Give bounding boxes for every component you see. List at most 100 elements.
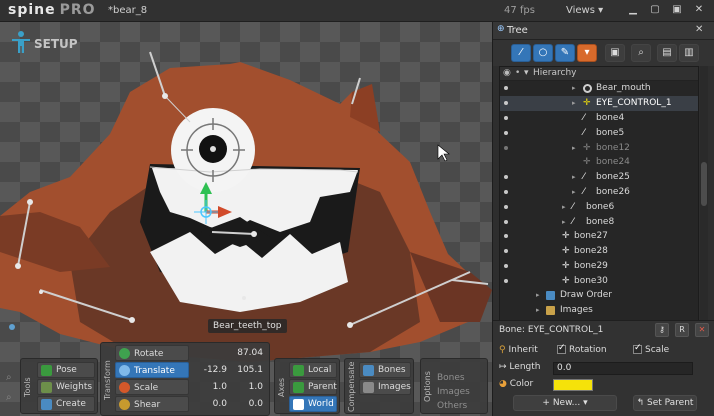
axes-local-button[interactable]: Local bbox=[289, 362, 337, 378]
translate-x-value[interactable]: -12.9 bbox=[191, 362, 227, 378]
visibility-dot-icon[interactable] bbox=[504, 86, 508, 90]
filter-constraints-icon[interactable]: ▾ bbox=[577, 44, 597, 62]
tree-row[interactable]: ▸ ✛ bone12 bbox=[500, 141, 698, 156]
visibility-dot-icon[interactable] bbox=[504, 249, 508, 253]
scale-x-value[interactable]: 1.0 bbox=[191, 379, 227, 395]
filter-slots-icon[interactable]: ○ bbox=[533, 44, 553, 62]
length-input[interactable]: 0.0 bbox=[553, 362, 693, 375]
options-bones[interactable]: Bones bbox=[437, 373, 465, 383]
expand-triangle-icon[interactable]: ▸ bbox=[562, 200, 566, 215]
collapse-all-icon[interactable]: ▤ bbox=[657, 44, 677, 62]
tree-row[interactable]: ▸ ⁄ bone6 bbox=[500, 200, 698, 215]
shear-y-value[interactable]: 0.0 bbox=[227, 396, 263, 412]
compensate-bones-button[interactable]: Bones bbox=[359, 362, 411, 378]
key-header-icon: • bbox=[515, 68, 521, 78]
tree-row[interactable]: ▸ ⁄ bone8 bbox=[500, 215, 698, 230]
tree-row-selected[interactable]: ▸ ✛ EYE_CONTROL_1 bbox=[500, 96, 698, 111]
translate-row[interactable]: Translate -12.9 105.1 bbox=[115, 362, 267, 378]
tree-row[interactable]: ✛ bone28 bbox=[500, 244, 698, 259]
new-button[interactable]: + New... ▾ bbox=[513, 395, 617, 411]
options-others[interactable]: Others bbox=[437, 401, 467, 411]
weights-button[interactable]: Weights bbox=[37, 379, 95, 395]
create-button[interactable]: Create bbox=[37, 396, 95, 412]
bone-key-icon[interactable]: ⚷ bbox=[655, 323, 669, 337]
fit-view-icon[interactable]: ▣ bbox=[605, 44, 625, 62]
scrollbar-thumb[interactable] bbox=[701, 162, 707, 206]
tree-row[interactable]: ▸ Draw Order bbox=[500, 288, 698, 303]
expand-triangle-icon[interactable]: ▸ bbox=[572, 96, 576, 111]
visibility-dot-icon[interactable] bbox=[504, 175, 508, 179]
scale-y-value[interactable]: 1.0 bbox=[227, 379, 263, 395]
set-parent-label: Set Parent bbox=[646, 398, 694, 408]
options-images[interactable]: Images bbox=[437, 387, 470, 397]
tree-scrollbar[interactable] bbox=[700, 66, 708, 326]
expand-all-icon[interactable]: ▥ bbox=[679, 44, 699, 62]
axes-world-button[interactable]: World bbox=[289, 396, 337, 412]
shear-row[interactable]: Shear 0.0 0.0 bbox=[115, 396, 267, 412]
set-parent-icon: ↰ bbox=[636, 398, 645, 408]
shear-x-value[interactable]: 0.0 bbox=[191, 396, 227, 412]
hierarchy-header[interactable]: ◉ • ▾ Hierarchy bbox=[500, 67, 698, 81]
minimize-icon[interactable]: ▁ bbox=[624, 3, 642, 17]
length-label: Length bbox=[509, 362, 541, 372]
panel-close-icon[interactable]: ✕ bbox=[695, 24, 703, 35]
tree-row[interactable]: ▸ Bear_mouth bbox=[500, 81, 698, 96]
tree-row[interactable]: ✛ bone30 bbox=[500, 274, 698, 289]
bone-rename-icon[interactable]: R bbox=[675, 323, 689, 337]
views-menu[interactable]: Views ▾ bbox=[566, 5, 603, 16]
rotate-row[interactable]: Rotate 87.04 bbox=[115, 345, 267, 361]
tree-row[interactable]: ▸ ⁄ bone26 bbox=[500, 185, 698, 200]
tree-row[interactable]: ⁄ bone4 bbox=[500, 111, 698, 126]
inherit-scale-checkbox[interactable]: Scale bbox=[633, 343, 669, 355]
expand-triangle-icon[interactable]: ▸ bbox=[572, 185, 576, 200]
visibility-dot-icon[interactable] bbox=[504, 190, 508, 194]
maximize-icon[interactable]: ▣ bbox=[668, 3, 686, 17]
hierarchy-tree[interactable]: ◉ • ▾ Hierarchy ▸ Bear_mouth ▸ ✛ EYE_CON… bbox=[499, 66, 699, 326]
expand-triangle-icon[interactable]: ▸ bbox=[572, 141, 576, 156]
expand-triangle-icon[interactable]: ▸ bbox=[562, 215, 566, 230]
visibility-dot-icon[interactable] bbox=[504, 279, 508, 283]
shear-icon bbox=[119, 399, 130, 410]
visibility-dot-icon[interactable] bbox=[504, 131, 508, 135]
bone-delete-icon[interactable]: ✕ bbox=[695, 323, 709, 337]
visibility-dot-icon[interactable] bbox=[504, 116, 508, 120]
zoom-icon[interactable]: ⌕ bbox=[6, 372, 12, 383]
visibility-dot-icon[interactable] bbox=[504, 220, 508, 224]
translate-y-value[interactable]: 105.1 bbox=[227, 362, 263, 378]
tree-row[interactable]: ▸ Images bbox=[500, 303, 698, 318]
inherit-rotation-checkbox[interactable]: Rotation bbox=[557, 343, 607, 355]
tree-row[interactable]: ✛ bone24 bbox=[500, 155, 698, 170]
visibility-dot-icon[interactable] bbox=[504, 205, 508, 209]
compensate-images-button[interactable]: Images bbox=[359, 379, 411, 395]
expand-triangle-icon[interactable]: ▸ bbox=[536, 288, 540, 303]
color-swatch[interactable] bbox=[553, 379, 593, 391]
rotation-check-icon[interactable] bbox=[557, 343, 566, 354]
expand-triangle-icon[interactable]: ▸ bbox=[572, 81, 576, 96]
expand-triangle-icon[interactable]: ▸ bbox=[572, 170, 576, 185]
search-tree-icon[interactable]: ⌕ bbox=[631, 44, 651, 62]
scale-row[interactable]: Scale 1.0 1.0 bbox=[115, 379, 267, 395]
weights-label: Weights bbox=[56, 382, 93, 392]
visibility-dot-icon[interactable] bbox=[504, 264, 508, 268]
restore-icon[interactable]: ▢ bbox=[646, 3, 664, 17]
visibility-dot-icon[interactable] bbox=[504, 146, 508, 150]
visibility-dot-icon[interactable] bbox=[504, 234, 508, 238]
set-parent-button[interactable]: ↰ Set Parent bbox=[633, 395, 697, 411]
zoom-out-icon[interactable]: ⌕ bbox=[6, 392, 12, 403]
filter-bones-icon[interactable]: ⁄ bbox=[511, 44, 531, 62]
scale-check-icon[interactable] bbox=[633, 343, 642, 354]
rotate-value[interactable]: 87.04 bbox=[227, 345, 263, 361]
tree-row[interactable]: ⁄ bone5 bbox=[500, 126, 698, 141]
pose-button[interactable]: Pose bbox=[37, 362, 95, 378]
visibility-dot-icon[interactable] bbox=[504, 101, 508, 105]
tree-row[interactable]: ✛ bone29 bbox=[500, 259, 698, 274]
tree-row[interactable]: ▸ ⁄ bone25 bbox=[500, 170, 698, 185]
expand-triangle-icon[interactable]: ▸ bbox=[536, 303, 540, 318]
close-icon[interactable]: ✕ bbox=[690, 3, 708, 17]
file-name: *bear_8 bbox=[108, 5, 148, 16]
axes-parent-button[interactable]: Parent bbox=[289, 379, 337, 395]
tree-row[interactable]: ✛ bone27 bbox=[500, 229, 698, 244]
bones-icon bbox=[363, 365, 374, 376]
bone-icon: ⁄ bbox=[572, 217, 574, 227]
filter-attachments-icon[interactable]: ✎ bbox=[555, 44, 575, 62]
